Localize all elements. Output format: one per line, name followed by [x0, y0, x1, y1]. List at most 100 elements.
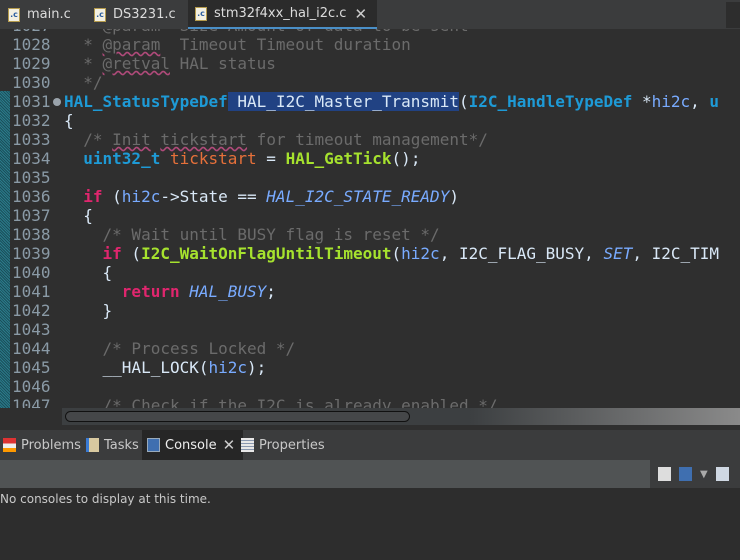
code-token: ( [458, 92, 469, 111]
line-number: 1047 [12, 396, 51, 408]
tab-label: Problems [21, 437, 81, 453]
code-token: HAL_I2C_STATE_READY [266, 187, 450, 206]
code-text: { [64, 263, 113, 282]
code-token: /* Wait until BUSY flag is reset */ [64, 225, 440, 244]
open-console-icon[interactable] [715, 467, 729, 481]
code-token: ); [247, 358, 267, 377]
line-number: 1035 [12, 168, 51, 187]
code-text: { [64, 111, 74, 130]
line-number: 1046 [12, 377, 51, 396]
code-token: /* Process Locked */ [64, 339, 296, 358]
code-text: /* Wait until BUSY flag is reset */ [64, 225, 440, 244]
code-token: { [64, 263, 113, 282]
tab-properties[interactable]: Properties [241, 430, 325, 460]
line-number: 1043 [12, 320, 51, 339]
bottom-panel: Problems Tasks Console ✕ Properties ▼ No … [0, 430, 740, 560]
code-token: , I2C_FLAG_BUSY, [439, 244, 604, 263]
code-token: (); [391, 149, 421, 168]
code-token: , [690, 92, 710, 111]
code-text: /* Process Locked */ [64, 339, 296, 358]
code-token: SET [603, 244, 633, 263]
code-token: hi2c [208, 358, 248, 377]
code-token: * [632, 92, 652, 111]
line-number: 1045 [12, 358, 51, 377]
code-editor[interactable]: 1027 * @param Size Amount of data to be … [0, 29, 740, 408]
code-token: HAL_GetTick [285, 149, 392, 168]
code-token: * [64, 54, 103, 73]
c-file-icon: .c [195, 6, 207, 21]
code-token: ( [121, 244, 142, 263]
line-number: 1037 [12, 206, 51, 225]
c-file-icon: .c [8, 7, 20, 22]
code-token: { [64, 206, 93, 225]
code-text: if (hi2c->State == HAL_I2C_STATE_READY) [64, 187, 459, 206]
tab-console[interactable]: Console ✕ [142, 430, 244, 460]
pin-console-icon[interactable] [658, 467, 671, 481]
code-token: HAL_BUSY [189, 282, 267, 301]
code-text: HAL_StatusTypeDef HAL_I2C_Master_Transmi… [64, 92, 719, 111]
code-token: Init [112, 130, 151, 149]
tab-label: stm32f4xx_hal_i2c.c [214, 6, 347, 21]
code-token: I2C_HandleTypeDef [468, 92, 633, 111]
tab-tasks[interactable]: Tasks [86, 430, 139, 460]
editor-tab-bar: .c main.c .c DS3231.c .c stm32f4xx_hal_i2c.… [0, 0, 740, 30]
line-number: 1031 [12, 92, 51, 111]
line-number: 1030 [12, 73, 51, 92]
tab-label: Properties [259, 437, 325, 453]
tab-stm32f4xx-hal-i2c-c[interactable]: .c stm32f4xx_hal_i2c.c ✕ [188, 0, 378, 29]
line-number: 1040 [12, 263, 51, 282]
maximize-button[interactable] [726, 2, 740, 28]
code-token: I2C_WaitOnFlagUntilTimeout [141, 244, 392, 263]
code-text: return HAL_BUSY; [64, 282, 276, 301]
code-token: return [64, 282, 180, 301]
tab-main-c[interactable]: .c main.c [8, 0, 71, 29]
code-text: /* Check if the I2C is already enabled *… [64, 396, 498, 408]
display-console-icon[interactable] [679, 467, 692, 481]
console-empty-message: No consoles to display at this time. [0, 492, 211, 506]
panel-tab-bar: Problems Tasks Console ✕ Properties [0, 430, 740, 460]
code-text: if (I2C_WaitOnFlagUntilTimeout(hi2c, I2C… [64, 244, 720, 263]
fold-toggle-icon[interactable] [53, 98, 61, 106]
code-token: /* Check if the I2C is already enabled *… [64, 396, 498, 408]
code-token: HAL_I2C_Master_Transmit [227, 92, 459, 111]
code-token: { [64, 111, 74, 130]
code-token: hi2c [121, 187, 161, 206]
tasks-icon [86, 438, 99, 452]
code-text: __HAL_LOCK(hi2c); [64, 358, 267, 377]
tab-problems[interactable]: Problems [3, 430, 87, 460]
code-text: /* Init tickstart for timeout management… [64, 130, 488, 149]
code-token: if [64, 244, 122, 263]
line-number: 1033 [12, 130, 51, 149]
close-icon[interactable]: ✕ [223, 436, 236, 454]
line-number: 1038 [12, 225, 51, 244]
console-icon [147, 438, 160, 452]
horizontal-scrollbar[interactable] [62, 408, 740, 425]
scrollbar-thumb[interactable] [65, 411, 410, 422]
code-token: @param [102, 35, 161, 54]
line-number: 1036 [12, 187, 51, 206]
code-token: for timeout management*/ [247, 130, 488, 149]
code-token: uint32_t [64, 149, 161, 168]
code-token: u [709, 92, 720, 111]
code-token: = [256, 149, 286, 168]
properties-icon [241, 438, 254, 452]
code-text: { [64, 206, 93, 225]
console-toolbar: ▼ [0, 460, 740, 488]
line-number: 1039 [12, 244, 51, 263]
tab-ds3231-c[interactable]: .c DS3231.c [94, 0, 176, 29]
c-file-icon: .c [94, 7, 106, 22]
close-icon[interactable]: ✕ [354, 5, 367, 23]
tab-label: Console [165, 437, 217, 453]
problems-icon [3, 438, 16, 452]
code-token: } [64, 301, 113, 320]
code-token: __HAL_LOCK( [64, 358, 209, 377]
code-token: ) [449, 187, 459, 206]
line-number: 1032 [12, 111, 51, 130]
code-token: ( [391, 244, 402, 263]
code-text: * @param Timeout Timeout duration [64, 35, 411, 54]
code-token: ->State == [160, 187, 267, 206]
dropdown-arrow-icon[interactable]: ▼ [700, 469, 708, 480]
